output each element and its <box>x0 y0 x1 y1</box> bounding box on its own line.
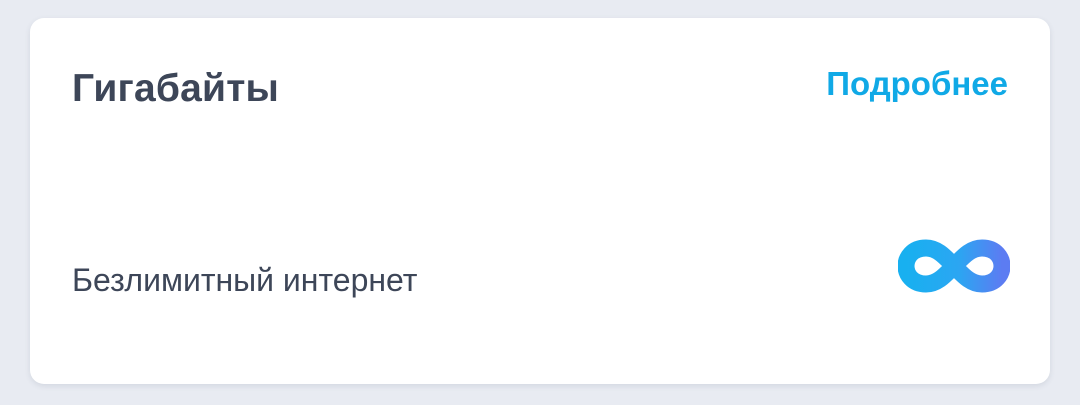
gigabytes-card: Гигабайты Подробнее Безлимитный интернет <box>30 18 1050 384</box>
card-title: Гигабайты <box>72 67 280 110</box>
infinity-icon <box>898 239 1010 293</box>
details-link[interactable]: Подробнее <box>826 62 1008 106</box>
unlimited-internet-label: Безлимитный интернет <box>72 262 418 298</box>
